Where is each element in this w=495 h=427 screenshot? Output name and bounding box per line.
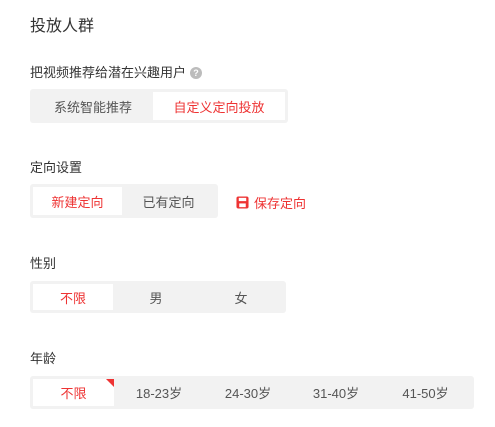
recommend-label: 把视频推荐给潜在兴趣用户 [30,65,187,80]
option-custom-targeting[interactable]: 自定义定向投放 [153,92,285,120]
section-title: 投放人群 [30,18,95,35]
option-age-any-label: 不限 [60,386,87,401]
targeting-segmented-control: 新建定向 已有定向 [30,184,218,218]
gender-label: 性别 [30,256,57,271]
option-gender-male[interactable]: 男 [113,284,199,310]
option-system-recommend[interactable]: 系统智能推荐 [33,92,153,120]
save-targeting-label: 保存定向 [254,196,307,211]
selected-corner-marker [106,379,114,387]
option-new-targeting[interactable]: 新建定向 [33,187,122,215]
option-age-18-23[interactable]: 18-23岁 [114,379,204,406]
option-gender-female[interactable]: 女 [199,284,283,310]
gender-segmented-control: 不限 男 女 [30,281,286,313]
option-age-31-40[interactable]: 31-40岁 [292,379,380,406]
age-label: 年龄 [30,351,57,366]
save-icon [236,196,249,209]
option-age-any[interactable]: 不限 [33,379,114,406]
age-segmented-control: 不限 18-23岁 24-30岁 31-40岁 41-50岁 [30,376,474,409]
audience-panel: 投放人群 把视频推荐给潜在兴趣用户? 系统智能推荐 自定义定向投放 定向设置 新… [0,0,495,427]
option-gender-any[interactable]: 不限 [33,284,113,310]
save-targeting-button[interactable]: 保存定向 [236,193,306,212]
option-existing-targeting[interactable]: 已有定向 [122,187,215,215]
help-icon[interactable]: ? [190,66,203,79]
option-age-24-30[interactable]: 24-30岁 [204,379,292,406]
recommend-segmented-control: 系统智能推荐 自定义定向投放 [30,89,288,123]
option-age-41-50[interactable]: 41-50岁 [380,379,471,406]
targeting-label: 定向设置 [30,160,83,175]
recommend-label-row: 把视频推荐给潜在兴趣用户? [30,62,203,81]
